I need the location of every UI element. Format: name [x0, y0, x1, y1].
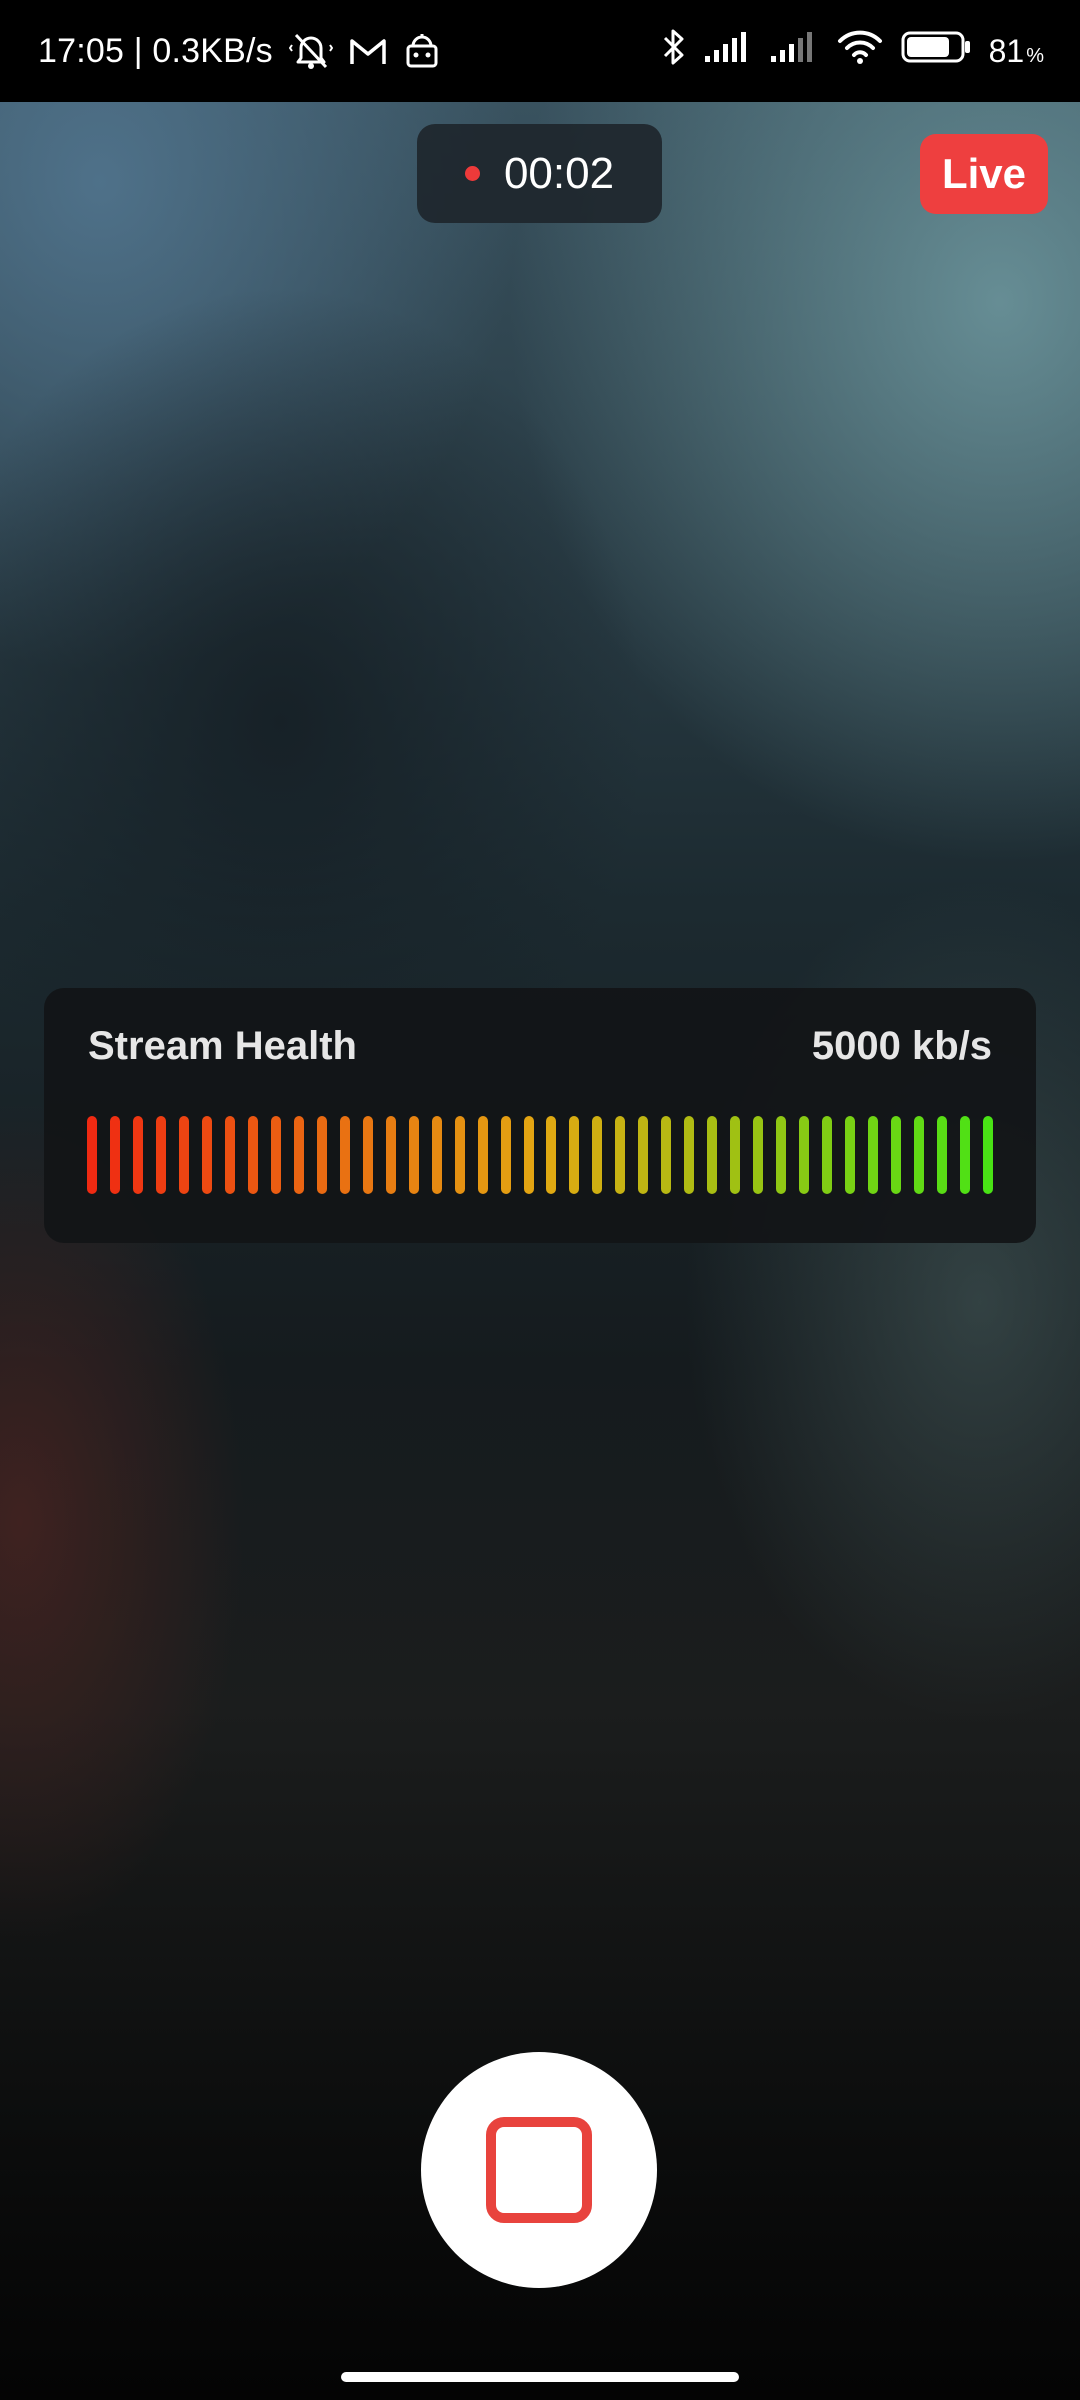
stop-stream-button[interactable]	[421, 2052, 657, 2288]
meter-segment	[684, 1116, 695, 1194]
stream-health-title: Stream Health	[88, 1024, 357, 1068]
meter-segment	[454, 1116, 465, 1194]
meter-segment	[339, 1116, 350, 1194]
screen: 17:05 | 0.3KB/s 81 % 00:02 Live Stream H…	[0, 0, 1080, 2400]
stop-icon	[486, 2117, 592, 2223]
wifi-icon	[837, 29, 883, 73]
live-badge-label: Live	[941, 150, 1027, 197]
bluetooth-icon	[661, 27, 687, 75]
meter-segment	[730, 1116, 741, 1194]
meter-segment	[500, 1116, 511, 1194]
battery-percent: 81%	[989, 33, 1044, 70]
cell-signal-1-icon	[704, 30, 753, 72]
status-time-speed: 17:05 | 0.3KB/s	[38, 31, 273, 70]
meter-segment	[201, 1116, 212, 1194]
meter-segment	[937, 1116, 948, 1194]
meter-segment	[868, 1116, 879, 1194]
meter-segment	[523, 1116, 534, 1194]
meter-segment	[753, 1116, 764, 1194]
meter-segment	[431, 1116, 442, 1194]
meter-segment	[707, 1116, 718, 1194]
meter-segment	[270, 1116, 281, 1194]
meter-segment	[546, 1116, 557, 1194]
meter-segment	[799, 1116, 810, 1194]
timer-text: 00:02	[503, 148, 615, 198]
home-indicator[interactable]	[341, 2372, 739, 2382]
meter-segment	[408, 1116, 419, 1194]
cell-signal-2-icon	[770, 30, 819, 72]
app-notification-icon	[403, 32, 441, 70]
gmail-icon	[349, 35, 387, 67]
meter-segment	[592, 1116, 603, 1194]
live-badge[interactable]: Live	[920, 134, 1048, 214]
meter-segment	[914, 1116, 925, 1194]
battery-percent-value: 81	[988, 32, 1025, 69]
battery-fill	[906, 37, 949, 57]
meter-segment	[385, 1116, 396, 1194]
stream-health-card: Stream Health 5000 kb/s	[44, 988, 1036, 1243]
meter-segment	[87, 1116, 97, 1194]
meter-segment	[155, 1116, 166, 1194]
meter-segment	[316, 1116, 327, 1194]
status-bar: 17:05 | 0.3KB/s 81 %	[0, 0, 1080, 102]
meter-segment	[638, 1116, 649, 1194]
meter-segment	[822, 1116, 833, 1194]
mute-vibrate-icon	[288, 31, 333, 71]
meter-segment	[960, 1116, 971, 1194]
recording-dot-icon	[464, 166, 480, 181]
meter-segment	[477, 1116, 488, 1194]
meter-segment	[776, 1116, 787, 1194]
meter-segment	[891, 1116, 902, 1194]
stream-health-meter	[87, 1116, 993, 1194]
meter-segment	[132, 1116, 143, 1194]
status-bar-left: 17:05 | 0.3KB/s	[38, 0, 441, 102]
meter-segment	[109, 1116, 120, 1194]
meter-segment	[362, 1116, 373, 1194]
meter-segment	[224, 1116, 235, 1194]
meter-segment	[615, 1116, 626, 1194]
stream-health-rate: 5000 kb/s	[811, 1024, 992, 1068]
meter-segment	[661, 1116, 672, 1194]
meter-segment	[178, 1116, 189, 1194]
meter-segment	[569, 1116, 580, 1194]
battery-percent-unit: %	[1026, 44, 1044, 67]
recording-timer: 00:02	[417, 124, 662, 223]
meter-segment	[845, 1116, 856, 1194]
meter-segment	[247, 1116, 258, 1194]
meter-segment	[983, 1116, 993, 1194]
status-bar-right: 81%	[661, 0, 1044, 102]
battery-icon	[901, 30, 971, 72]
meter-segment	[293, 1116, 304, 1194]
